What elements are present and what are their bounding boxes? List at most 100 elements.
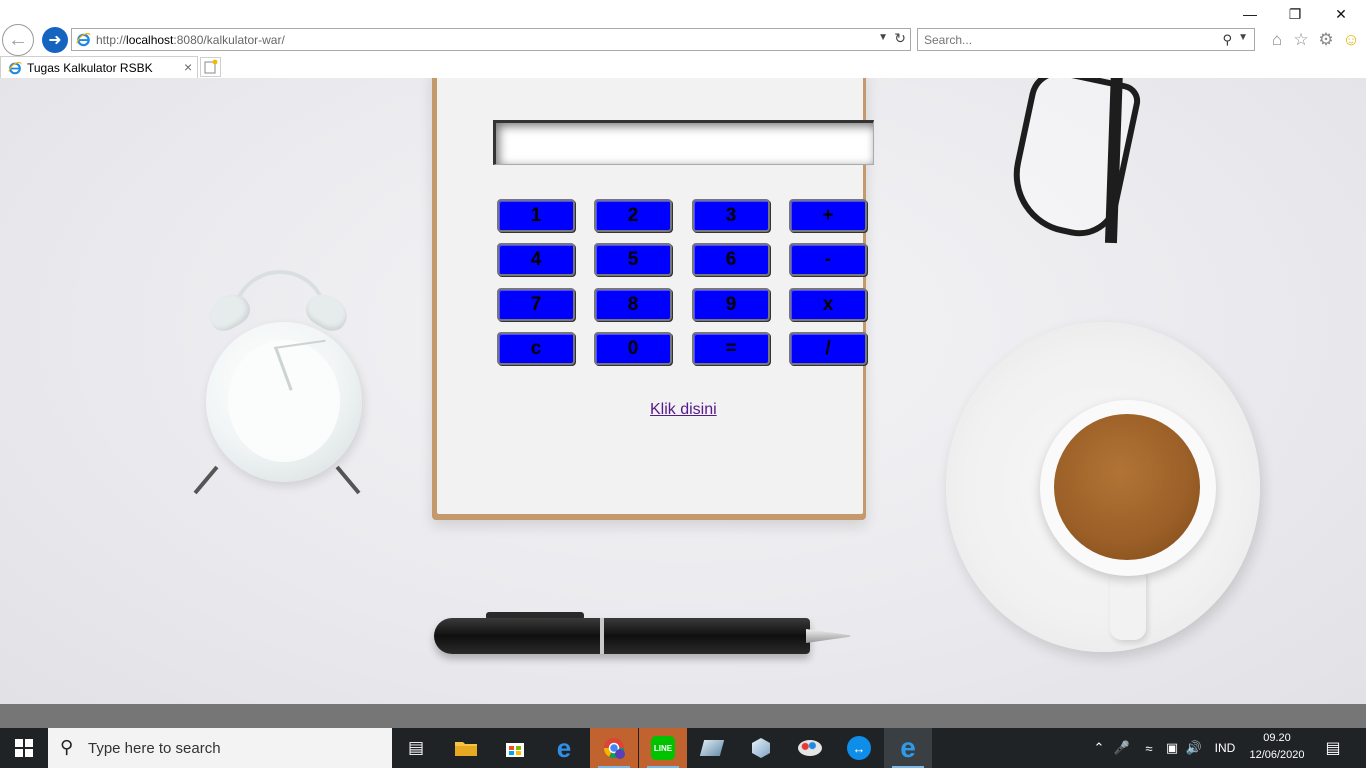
language-indicator[interactable]: IND <box>1210 728 1240 768</box>
key-plus[interactable]: + <box>789 199 867 232</box>
search-icon: ⚲ <box>60 737 74 757</box>
browser-toolbar: — ❐ ✕ ← ➜ http://localhost:8080/kalkulat… <box>0 0 1366 56</box>
key-9[interactable]: 9 <box>692 288 770 321</box>
pen-image <box>434 618 810 654</box>
search-input[interactable] <box>924 33 1204 47</box>
start-button[interactable] <box>0 728 48 768</box>
home-icon[interactable]: ⌂ <box>1266 29 1288 51</box>
battery-icon[interactable]: ▣ <box>1162 728 1182 768</box>
taskbar-search-box[interactable]: ⚲ Type here to search <box>48 728 392 768</box>
teamviewer-icon: ↔ <box>847 736 871 760</box>
chevron-up-icon: ⌃ <box>1093 740 1105 755</box>
key-3[interactable]: 3 <box>692 199 770 232</box>
store-bag-icon <box>506 743 524 757</box>
clock-leg-right <box>335 465 361 495</box>
line-button[interactable]: LINE <box>639 728 687 768</box>
address-dropdown-icon[interactable]: ▼ <box>878 32 888 43</box>
app-button-virtualbox[interactable] <box>737 728 785 768</box>
restore-button[interactable]: ❐ <box>1272 4 1318 24</box>
chrome-icon <box>603 738 625 759</box>
restore-icon: ❐ <box>1288 5 1302 22</box>
klik-disini-link[interactable]: Klik disini <box>650 401 717 419</box>
teamviewer-button[interactable]: ↔ <box>835 728 883 768</box>
search-dropdown-icon[interactable]: ▼ <box>1238 32 1248 43</box>
paint-palette-icon <box>798 740 822 756</box>
tab-bar: Tugas Kalkulator RSBK × <box>0 56 1366 78</box>
url-scheme: http:// <box>96 33 127 47</box>
notification-icon: ▤ <box>1325 740 1341 757</box>
taskbar-search-placeholder: Type here to search <box>88 740 221 757</box>
key-7[interactable]: 7 <box>497 288 575 321</box>
search-icon[interactable]: ⚲ <box>1222 32 1232 48</box>
wifi-icon[interactable]: ≈ <box>1139 728 1159 768</box>
app-button-notes[interactable] <box>688 728 736 768</box>
search-box[interactable]: ⚲ ▼ <box>917 28 1255 51</box>
key-multiply[interactable]: x <box>789 288 867 321</box>
windows-logo-icon <box>15 739 33 757</box>
taskbar-date[interactable]: 12/06/2020 <box>1248 749 1306 761</box>
store-button[interactable] <box>491 728 539 768</box>
volume-icon[interactable]: 🔊 <box>1185 728 1203 768</box>
back-arrow-icon: ← <box>8 28 28 51</box>
favorites-star-icon[interactable]: ☆ <box>1290 29 1312 51</box>
action-center-button[interactable]: ▤ <box>1318 728 1348 768</box>
taskbar: ⚲ Type here to search ▤ e LINE ↔ e ⌃ 🎤 ≈… <box>0 728 1366 768</box>
minimize-icon: — <box>1243 6 1257 22</box>
tab-active[interactable]: Tugas Kalkulator RSBK × <box>0 56 198 78</box>
key-minus[interactable]: - <box>789 243 867 276</box>
key-1[interactable]: 1 <box>497 199 575 232</box>
internet-explorer-button[interactable]: e <box>884 728 932 768</box>
file-explorer-button[interactable] <box>442 728 490 768</box>
forward-arrow-icon: ➜ <box>48 32 62 49</box>
key-6[interactable]: 6 <box>692 243 770 276</box>
address-bar[interactable]: http://localhost:8080/kalkulator-war/ ▼ … <box>71 28 911 51</box>
close-icon: ✕ <box>1335 5 1347 22</box>
forward-button[interactable]: ➜ <box>42 27 68 53</box>
calculator-display[interactable] <box>493 120 874 165</box>
key-4[interactable]: 4 <box>497 243 575 276</box>
pen-ring-image <box>600 618 604 654</box>
clock-face <box>228 340 340 462</box>
coffee-image <box>1054 414 1200 560</box>
ie-page-icon <box>76 33 91 47</box>
feedback-smiley-icon[interactable]: ☺ <box>1340 29 1362 51</box>
tab-close-icon[interactable]: × <box>184 59 192 75</box>
refresh-icon[interactable]: ↻ <box>894 30 906 47</box>
line-icon: LINE <box>651 736 675 760</box>
edge-icon: e <box>556 732 572 763</box>
taskbar-time[interactable]: 09.20 <box>1248 732 1306 744</box>
app-button-paint[interactable] <box>786 728 834 768</box>
pen-tip-image <box>806 629 850 643</box>
url-host: localhost <box>126 33 174 47</box>
gear-icon[interactable]: ⚙ <box>1315 29 1337 51</box>
key-equals[interactable]: = <box>692 332 770 365</box>
eyeglasses-image <box>1002 78 1144 258</box>
key-5[interactable]: 5 <box>594 243 672 276</box>
back-button[interactable]: ← <box>2 24 34 56</box>
close-window-button[interactable]: ✕ <box>1318 4 1364 24</box>
chrome-button[interactable] <box>590 728 638 768</box>
edge-button[interactable]: e <box>540 728 588 768</box>
key-8[interactable]: 8 <box>594 288 672 321</box>
tab-title: Tugas Kalkulator RSBK <box>27 61 153 75</box>
show-hidden-icons-button[interactable]: ⌃ <box>1090 728 1108 768</box>
folder-icon <box>455 742 477 756</box>
key-2[interactable]: 2 <box>594 199 672 232</box>
key-divide[interactable]: / <box>789 332 867 365</box>
page-bottom-strip <box>0 704 1366 728</box>
glasses-lens <box>1002 78 1144 244</box>
cup-handle-image <box>1110 568 1146 640</box>
task-view-icon: ▤ <box>407 738 425 757</box>
key-clear[interactable]: c <box>497 332 575 365</box>
task-view-button[interactable]: ▤ <box>392 728 440 768</box>
page-content: 1 2 3 + 4 5 6 - 7 8 9 x c 0 = / Klik dis… <box>0 78 1366 704</box>
new-tab-button[interactable] <box>200 57 221 77</box>
address-url[interactable]: http://localhost:8080/kalkulator-war/ <box>96 33 285 47</box>
minimize-button[interactable]: — <box>1227 4 1273 24</box>
key-0[interactable]: 0 <box>594 332 672 365</box>
notes-app-icon <box>699 740 725 756</box>
microphone-icon[interactable]: 🎤 <box>1114 728 1130 768</box>
cube-icon <box>752 738 770 758</box>
url-path: :8080/kalkulator-war/ <box>173 33 285 47</box>
clock-leg-left <box>193 465 219 495</box>
